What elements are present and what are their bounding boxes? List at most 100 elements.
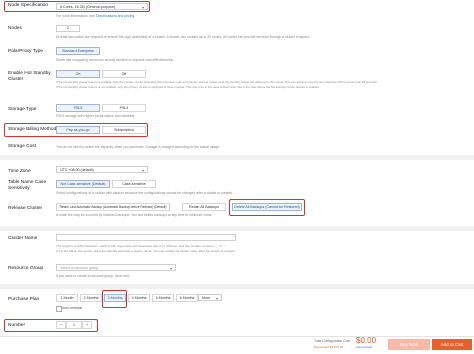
plus-icon: + bbox=[85, 323, 89, 327]
nodes-desc: At least two nodes are required to ensur… bbox=[56, 35, 310, 39]
purchase-plan-option-label: 2 Months bbox=[83, 296, 99, 300]
nodes-value: 2 bbox=[67, 26, 69, 30]
chevron-down-icon: ▾ bbox=[215, 296, 218, 301]
purchase-plan-more-label: More bbox=[202, 295, 211, 300]
polarproxy-label: PolarProxy Type bbox=[8, 49, 44, 54]
hot-standby-desc-2: If the hot standby cluster feature is no… bbox=[56, 85, 320, 89]
case-sensitive-label: Case-sensitive bbox=[122, 182, 146, 186]
billing-label: Storage Billing Method bbox=[8, 127, 57, 132]
storage-type-psl4[interactable]: PSL4 bbox=[102, 104, 146, 112]
footer-bar: Total Configuration Cost $0.00 Discounte… bbox=[0, 336, 474, 354]
storage-type-desc: PSL5 storage with higher performance and… bbox=[56, 114, 135, 118]
purchase-plan-option-label: 1 Month bbox=[60, 296, 74, 300]
purchase-plan-option-label: 5 Months bbox=[155, 296, 171, 300]
storage-type-psl4-label: PSL4 bbox=[119, 106, 129, 110]
total-cost-label: Total Configuration Cost bbox=[314, 339, 351, 343]
nodes-label: Nodes bbox=[8, 26, 22, 31]
release-retain-all[interactable]: Retain All Backups bbox=[182, 203, 226, 211]
discount-text: Discounted $1,872.00 bbox=[314, 345, 344, 349]
billing-subscription-label: Subscription bbox=[114, 128, 134, 132]
total-price: $0.00 bbox=[356, 336, 377, 345]
cluster-name-label: Cluster Name bbox=[8, 236, 38, 241]
purchase-plan-more-select[interactable]: More ▾ bbox=[198, 294, 222, 301]
number-value-field[interactable]: 1 bbox=[66, 321, 82, 329]
chevron-down-icon: ▾ bbox=[169, 266, 172, 271]
release-retain-last[interactable]: Retain Last Automatic Backup (Automatic … bbox=[56, 203, 170, 211]
storage-type-psl5-label: PSL5 bbox=[73, 106, 83, 110]
release-retain-all-label: Retain All Backups bbox=[189, 205, 219, 209]
cluster-name-desc-1: The length is 2-128 characters, starting… bbox=[56, 244, 225, 248]
case-insensitive-option[interactable]: Not Case-sensitive (Default) bbox=[56, 180, 110, 188]
buy-now-label: Buy Now bbox=[399, 342, 418, 347]
resource-group-select[interactable]: Select a resource group ▾ bbox=[56, 264, 176, 271]
hot-standby-on-label: On bbox=[75, 72, 81, 76]
purchase-plan-option[interactable]: 5 Months bbox=[152, 294, 174, 302]
billing-payg[interactable]: Pay-as-you-go bbox=[56, 126, 100, 134]
section-divider-2 bbox=[0, 226, 474, 231]
purchase-plan-option-label: 6 Months bbox=[179, 296, 195, 300]
node-spec-select[interactable]: 8 Cores, 16 GB (General-purpose) ▾ bbox=[56, 3, 148, 10]
release-cluster-label: Release Cluster bbox=[8, 206, 43, 211]
case-sensitivity-label-line1: Table Name Case bbox=[8, 180, 47, 185]
release-retain-last-label: Retain Last Automatic Backup (Automatic … bbox=[59, 205, 167, 209]
auto-renewal-label: Auto-renewal bbox=[62, 306, 82, 310]
hot-standby-on[interactable]: On bbox=[56, 70, 100, 78]
case-sensitive-option[interactable]: Case-sensitive bbox=[112, 180, 156, 188]
number-label: Number bbox=[8, 323, 26, 328]
purchase-plan-option[interactable]: 2 Months bbox=[80, 294, 102, 302]
billing-payg-label: Pay-as-you-go bbox=[66, 128, 90, 132]
purchase-plan-label: Purchase Plan bbox=[8, 297, 40, 302]
hot-standby-label: Enable Hot Standby Cluster bbox=[8, 71, 51, 82]
release-desc: A small fee may be incurred by retained … bbox=[56, 213, 213, 217]
storage-type-label: Storage Type bbox=[8, 107, 37, 112]
number-decrement-button[interactable]: − bbox=[56, 321, 66, 329]
resource-group-desc: If you want to create a resource group, … bbox=[56, 274, 131, 278]
storage-cost-desc: You do not need to select the capacity w… bbox=[56, 145, 221, 149]
time-zone-value: UTC +08:00 (default) bbox=[60, 167, 94, 172]
section-divider-1 bbox=[0, 155, 474, 160]
add-to-cart-button[interactable]: Add to Cart bbox=[432, 339, 472, 350]
polarproxy-option-label: Standard Enterprise bbox=[62, 49, 94, 53]
specifications-link[interactable]: Specifications and pricing bbox=[96, 14, 134, 18]
hot-standby-label-line1: Enable Hot Standby bbox=[8, 71, 51, 76]
purchase-plan-option[interactable]: 4 Months bbox=[128, 294, 150, 302]
purchase-plan-option[interactable]: 6 Months bbox=[176, 294, 198, 302]
nodes-input[interactable]: 2 bbox=[56, 25, 80, 32]
purchase-plan-option-label: 4 Months bbox=[131, 296, 147, 300]
purchase-plan-highlight bbox=[102, 290, 127, 308]
node-spec-label: Node Specification bbox=[8, 3, 48, 8]
number-value: 1 bbox=[73, 323, 75, 327]
storage-cost-label: Storage Cost bbox=[8, 144, 36, 149]
polarproxy-option-standard[interactable]: Standard Enterprise bbox=[56, 47, 100, 55]
view-details-link[interactable]: View Details bbox=[356, 345, 372, 349]
hot-standby-off-label: Off bbox=[121, 72, 127, 76]
hot-standby-label-line2: Cluster bbox=[8, 76, 24, 82]
time-zone-select[interactable]: UTC +08:00 (default) ▾ bbox=[56, 166, 148, 173]
add-to-cart-label: Add to Cart bbox=[440, 342, 464, 347]
chevron-down-icon: ▾ bbox=[141, 5, 144, 10]
resource-group-placeholder: Select a resource group bbox=[60, 265, 99, 270]
purchase-plan-option[interactable]: 1 Month bbox=[56, 294, 78, 302]
node-spec-value: 8 Cores, 16 GB (General-purpose) bbox=[60, 4, 116, 9]
section-divider-3 bbox=[0, 284, 474, 289]
case-sensitivity-desc: Select configurations of a cluster with … bbox=[56, 191, 234, 195]
billing-subscription[interactable]: Subscription bbox=[102, 126, 146, 134]
storage-type-psl5[interactable]: PSL5 bbox=[56, 104, 100, 112]
case-insensitive-label: Not Case-sensitive (Default) bbox=[60, 182, 106, 186]
node-spec-help: For more information, see Specifications… bbox=[56, 14, 134, 18]
minus-icon: − bbox=[59, 323, 63, 327]
case-sensitivity-label: Table Name Case Sensitivity bbox=[8, 180, 46, 191]
hot-standby-off[interactable]: Off bbox=[102, 70, 146, 78]
node-spec-help-text: For more information, see bbox=[56, 14, 95, 18]
cluster-name-desc-2: If it is left blank, the system will aut… bbox=[56, 249, 236, 253]
release-delete-all-highlight bbox=[229, 199, 305, 216]
case-sensitivity-label-line2: Sensitivity bbox=[8, 185, 30, 191]
chevron-down-icon: ▾ bbox=[141, 168, 144, 173]
hot-standby-desc-1: If the hot standby cluster feature is en… bbox=[56, 80, 378, 84]
number-increment-button[interactable]: + bbox=[82, 321, 92, 329]
buy-now-button[interactable]: Buy Now bbox=[388, 339, 430, 350]
polarproxy-desc: Share idle computing resources among clu… bbox=[56, 58, 174, 62]
time-zone-label: Time Zone bbox=[8, 169, 31, 174]
resource-group-label: Resource Group bbox=[8, 266, 44, 271]
cluster-name-input[interactable] bbox=[56, 234, 236, 241]
